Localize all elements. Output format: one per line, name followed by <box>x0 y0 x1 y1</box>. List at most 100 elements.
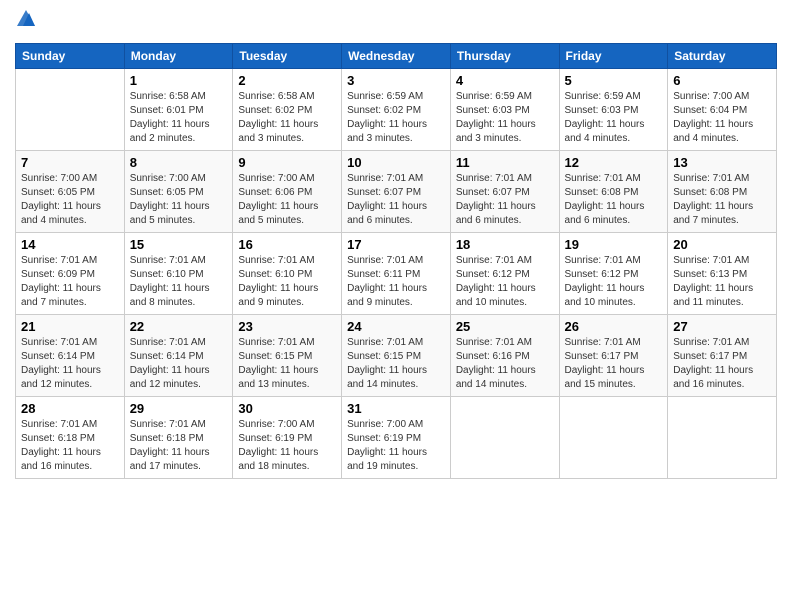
day-cell: 26 Sunrise: 7:01 AM Sunset: 6:17 PM Dayli… <box>559 315 668 397</box>
day-cell: 17Sunrise: 7:01 AM Sunset: 6:11 PM Dayli… <box>342 233 451 315</box>
day-cell <box>450 397 559 479</box>
day-cell: 12 Sunrise: 7:01 AM Sunset: 6:08 PM Dayli… <box>559 151 668 233</box>
header <box>15 10 777 35</box>
day-number: 29 <box>130 401 228 416</box>
day-cell <box>668 397 777 479</box>
day-cell <box>16 69 125 151</box>
day-cell: 27 Sunrise: 7:01 AM Sunset: 6:17 PM Dayli… <box>668 315 777 397</box>
calendar-table: SundayMondayTuesdayWednesdayThursdayFrid… <box>15 43 777 479</box>
day-info: Sunrise: 7:00 AM Sunset: 6:04 PM Dayligh… <box>673 90 771 146</box>
day-info: Sunrise: 7:01 AM Sunset: 6:09 PM Dayligh… <box>21 254 119 310</box>
day-number: 21 <box>21 319 119 334</box>
day-info: Sunrise: 6:59 AM Sunset: 6:03 PM Dayligh… <box>456 90 554 146</box>
day-number: 8 <box>130 155 228 170</box>
day-info: Sunrise: 7:01 AM Sunset: 6:14 PM Dayligh… <box>21 336 119 392</box>
day-cell <box>559 397 668 479</box>
day-cell: 8Sunrise: 7:00 AM Sunset: 6:05 PM Daylig… <box>124 151 233 233</box>
week-row-1: 7 Sunrise: 7:00 AM Sunset: 6:05 PM Daylig… <box>16 151 777 233</box>
day-info: Sunrise: 7:01 AM Sunset: 6:12 PM Dayligh… <box>456 254 554 310</box>
day-cell: 7 Sunrise: 7:00 AM Sunset: 6:05 PM Daylig… <box>16 151 125 233</box>
day-cell: 4 Sunrise: 6:59 AM Sunset: 6:03 PM Daylig… <box>450 69 559 151</box>
day-number: 6 <box>673 73 771 88</box>
day-header-wednesday: Wednesday <box>342 44 451 69</box>
day-cell: 9 Sunrise: 7:00 AM Sunset: 6:06 PM Daylig… <box>233 151 342 233</box>
week-row-3: 21 Sunrise: 7:01 AM Sunset: 6:14 PM Dayli… <box>16 315 777 397</box>
day-number: 10 <box>347 155 445 170</box>
day-info: Sunrise: 6:58 AM Sunset: 6:01 PM Dayligh… <box>130 90 228 146</box>
day-info: Sunrise: 7:01 AM Sunset: 6:15 PM Dayligh… <box>347 336 445 392</box>
days-header-row: SundayMondayTuesdayWednesdayThursdayFrid… <box>16 44 777 69</box>
day-cell: 3 Sunrise: 6:59 AM Sunset: 6:02 PM Daylig… <box>342 69 451 151</box>
day-info: Sunrise: 7:01 AM Sunset: 6:18 PM Dayligh… <box>130 418 228 474</box>
day-number: 20 <box>673 237 771 252</box>
logo <box>15 10 39 35</box>
day-number: 12 <box>565 155 663 170</box>
day-cell: 20 Sunrise: 7:01 AM Sunset: 6:13 PM Dayli… <box>668 233 777 315</box>
day-info: Sunrise: 6:59 AM Sunset: 6:02 PM Dayligh… <box>347 90 445 146</box>
day-number: 30 <box>238 401 336 416</box>
day-cell: 22 Sunrise: 7:01 AM Sunset: 6:14 PM Dayli… <box>124 315 233 397</box>
day-header-friday: Friday <box>559 44 668 69</box>
day-info: Sunrise: 7:00 AM Sunset: 6:05 PM Dayligh… <box>21 172 119 228</box>
day-number: 1 <box>130 73 228 88</box>
logo-icon <box>15 8 37 30</box>
day-info: Sunrise: 7:01 AM Sunset: 6:17 PM Dayligh… <box>565 336 663 392</box>
day-info: Sunrise: 7:01 AM Sunset: 6:08 PM Dayligh… <box>673 172 771 228</box>
day-cell: 19 Sunrise: 7:01 AM Sunset: 6:12 PM Dayli… <box>559 233 668 315</box>
day-info: Sunrise: 7:01 AM Sunset: 6:12 PM Dayligh… <box>565 254 663 310</box>
week-row-4: 28 Sunrise: 7:01 AM Sunset: 6:18 PM Dayli… <box>16 397 777 479</box>
day-number: 4 <box>456 73 554 88</box>
day-cell: 15 Sunrise: 7:01 AM Sunset: 6:10 PM Dayli… <box>124 233 233 315</box>
day-info: Sunrise: 7:01 AM Sunset: 6:15 PM Dayligh… <box>238 336 336 392</box>
day-info: Sunrise: 7:01 AM Sunset: 6:10 PM Dayligh… <box>238 254 336 310</box>
day-header-sunday: Sunday <box>16 44 125 69</box>
day-number: 14 <box>21 237 119 252</box>
day-number: 22 <box>130 319 228 334</box>
day-cell: 14 Sunrise: 7:01 AM Sunset: 6:09 PM Dayli… <box>16 233 125 315</box>
day-number: 15 <box>130 237 228 252</box>
day-number: 23 <box>238 319 336 334</box>
day-number: 3 <box>347 73 445 88</box>
day-number: 27 <box>673 319 771 334</box>
day-cell: 1 Sunrise: 6:58 AM Sunset: 6:01 PM Daylig… <box>124 69 233 151</box>
day-number: 17 <box>347 237 445 252</box>
day-cell: 11Sunrise: 7:01 AM Sunset: 6:07 PM Dayli… <box>450 151 559 233</box>
day-number: 7 <box>21 155 119 170</box>
calendar-body: 1 Sunrise: 6:58 AM Sunset: 6:01 PM Daylig… <box>16 69 777 479</box>
day-info: Sunrise: 7:00 AM Sunset: 6:19 PM Dayligh… <box>238 418 336 474</box>
day-info: Sunrise: 7:01 AM Sunset: 6:08 PM Dayligh… <box>565 172 663 228</box>
day-info: Sunrise: 7:00 AM Sunset: 6:19 PM Dayligh… <box>347 418 445 474</box>
day-number: 11 <box>456 155 554 170</box>
week-row-0: 1 Sunrise: 6:58 AM Sunset: 6:01 PM Daylig… <box>16 69 777 151</box>
day-header-thursday: Thursday <box>450 44 559 69</box>
day-number: 5 <box>565 73 663 88</box>
day-cell: 29 Sunrise: 7:01 AM Sunset: 6:18 PM Dayli… <box>124 397 233 479</box>
day-info: Sunrise: 7:01 AM Sunset: 6:07 PM Dayligh… <box>347 172 445 228</box>
day-info: Sunrise: 7:01 AM Sunset: 6:10 PM Dayligh… <box>130 254 228 310</box>
week-row-2: 14 Sunrise: 7:01 AM Sunset: 6:09 PM Dayli… <box>16 233 777 315</box>
day-header-tuesday: Tuesday <box>233 44 342 69</box>
day-info: Sunrise: 7:01 AM Sunset: 6:17 PM Dayligh… <box>673 336 771 392</box>
day-cell: 6 Sunrise: 7:00 AM Sunset: 6:04 PM Daylig… <box>668 69 777 151</box>
day-number: 2 <box>238 73 336 88</box>
day-info: Sunrise: 7:01 AM Sunset: 6:14 PM Dayligh… <box>130 336 228 392</box>
day-cell: 24 Sunrise: 7:01 AM Sunset: 6:15 PM Dayli… <box>342 315 451 397</box>
day-info: Sunrise: 7:00 AM Sunset: 6:06 PM Dayligh… <box>238 172 336 228</box>
day-number: 9 <box>238 155 336 170</box>
day-cell: 21 Sunrise: 7:01 AM Sunset: 6:14 PM Dayli… <box>16 315 125 397</box>
day-cell: 30 Sunrise: 7:00 AM Sunset: 6:19 PM Dayli… <box>233 397 342 479</box>
day-cell: 16Sunrise: 7:01 AM Sunset: 6:10 PM Dayli… <box>233 233 342 315</box>
page: SundayMondayTuesdayWednesdayThursdayFrid… <box>0 0 792 612</box>
day-header-monday: Monday <box>124 44 233 69</box>
day-info: Sunrise: 6:58 AM Sunset: 6:02 PM Dayligh… <box>238 90 336 146</box>
day-number: 28 <box>21 401 119 416</box>
day-cell: 13Sunrise: 7:01 AM Sunset: 6:08 PM Dayli… <box>668 151 777 233</box>
day-info: Sunrise: 7:01 AM Sunset: 6:13 PM Dayligh… <box>673 254 771 310</box>
day-number: 25 <box>456 319 554 334</box>
day-number: 24 <box>347 319 445 334</box>
day-info: Sunrise: 7:01 AM Sunset: 6:16 PM Dayligh… <box>456 336 554 392</box>
day-cell: 25 Sunrise: 7:01 AM Sunset: 6:16 PM Dayli… <box>450 315 559 397</box>
day-number: 26 <box>565 319 663 334</box>
day-number: 19 <box>565 237 663 252</box>
day-cell: 5Sunrise: 6:59 AM Sunset: 6:03 PM Daylig… <box>559 69 668 151</box>
